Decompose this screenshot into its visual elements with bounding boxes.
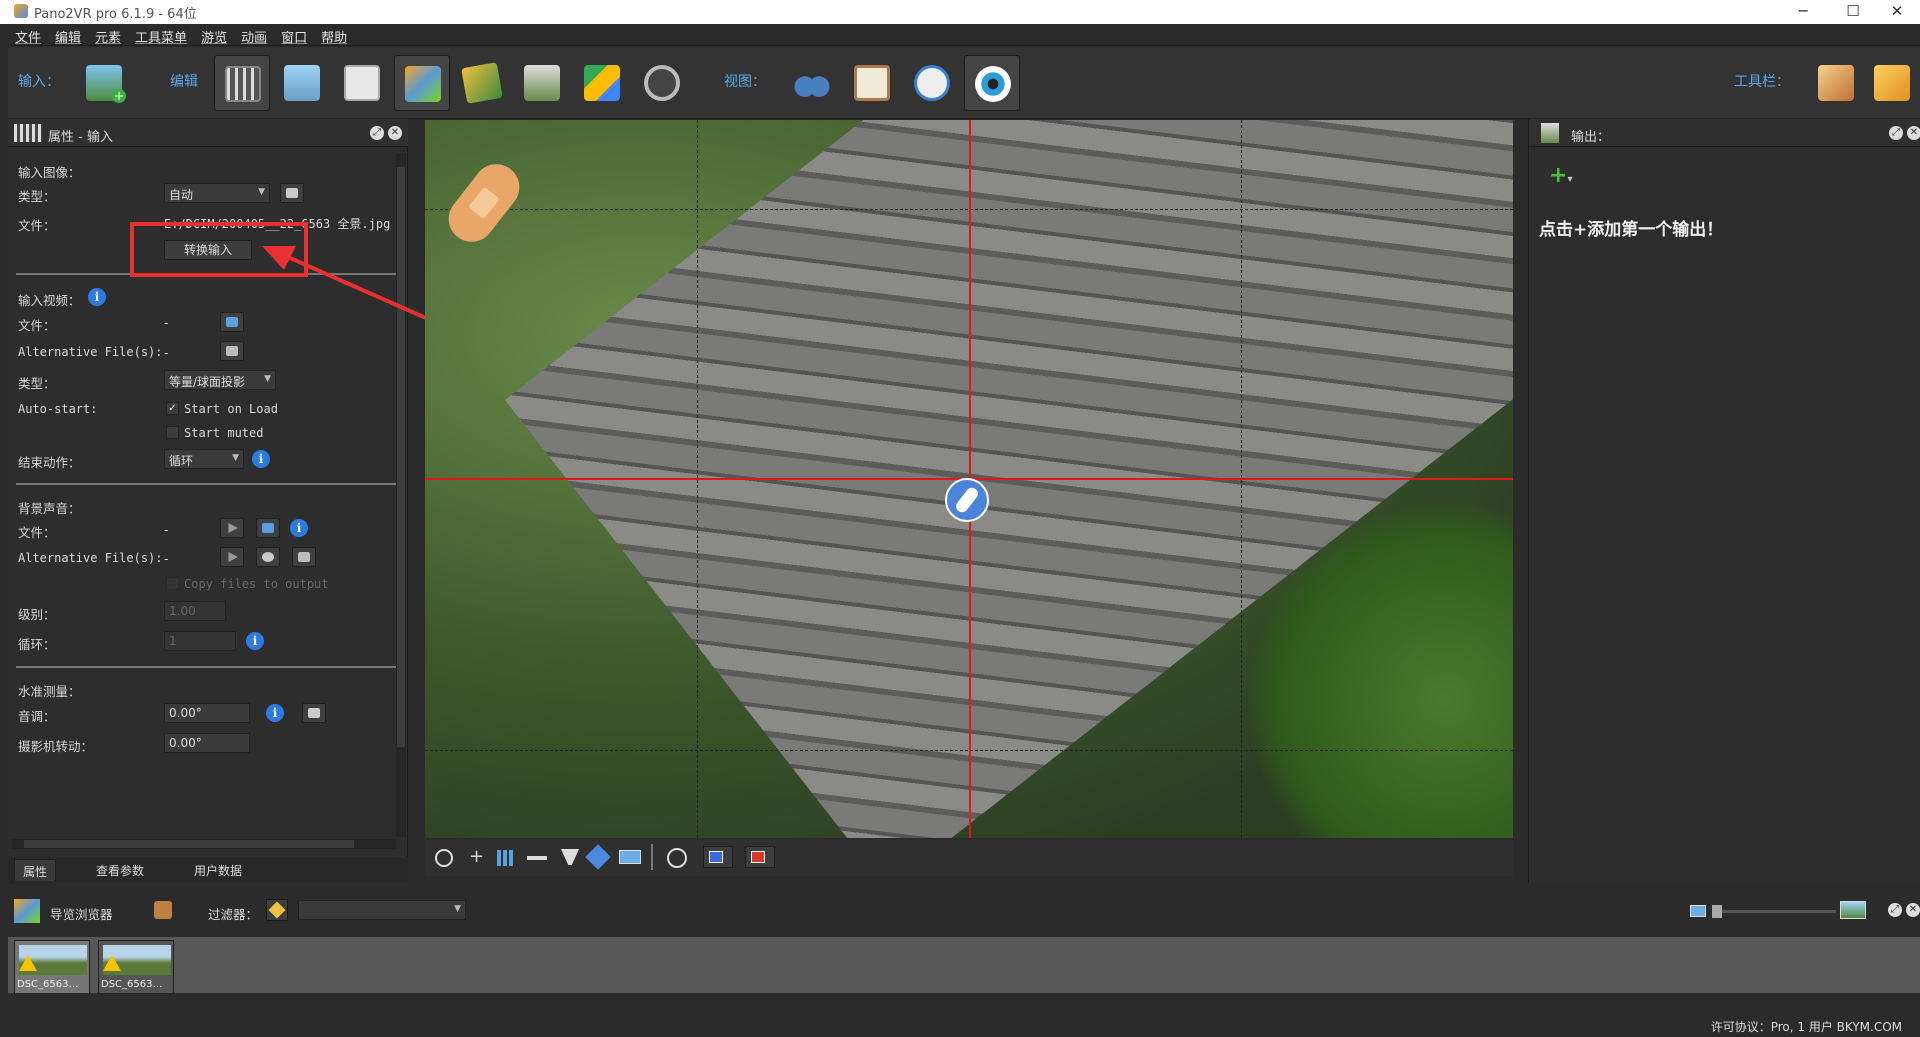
undock-icon[interactable]: ⤢	[1889, 126, 1903, 140]
funnel-icon[interactable]	[561, 849, 579, 865]
close-panel-icon[interactable]: ✕	[1906, 903, 1920, 917]
output-panel-header: 输出： ⤢ ✕	[1529, 119, 1920, 147]
small-thumb-icon[interactable]	[1690, 905, 1706, 917]
tab-properties[interactable]: 属性	[14, 859, 57, 881]
tab-user-data[interactable]: 用户数据	[186, 859, 250, 881]
output-panel: 输出： ⤢ ✕ +▾ 点击+添加第一个输出！	[1528, 119, 1920, 883]
output-title: 输出：	[1571, 130, 1611, 145]
tour-node-thumbnail[interactable]: DSC_6563…	[14, 940, 90, 994]
panorama-viewport[interactable]	[425, 120, 1513, 838]
compass-icon[interactable]	[435, 849, 453, 867]
level-icon[interactable]	[527, 856, 547, 860]
thumbnail-label: DSC_6563…	[17, 979, 79, 990]
status-bar: 许可协议：Pro, 1 用户 BKYM.COM	[8, 1013, 1920, 1037]
thumb-size-slider[interactable]	[1712, 905, 1836, 918]
crosshair-color-button[interactable]	[745, 846, 775, 868]
filter-tag-button[interactable]	[266, 899, 288, 921]
viewport-toolbar: +	[425, 840, 1513, 876]
close-panel-icon[interactable]: ✕	[1907, 126, 1920, 140]
target-icon[interactable]	[667, 848, 687, 868]
crosshair-icon[interactable]: +	[469, 846, 484, 867]
panel-tabs: 属性 查看参数 用户数据	[8, 857, 408, 883]
thumbnail-label: DSC_6563…	[101, 979, 163, 990]
thumbnail-strip	[8, 937, 1920, 993]
license-status: 许可协议：Pro, 1 用户 BKYM.COM	[1710, 1020, 1902, 1034]
tab-view-params-label: 查看参数	[96, 864, 145, 878]
tour-browser: 导览浏览器 过滤器： ▼ ⤢ ✕	[8, 893, 1920, 1013]
tour-map-icon	[14, 899, 40, 923]
large-thumb-icon[interactable]	[1840, 901, 1866, 919]
tab-view-params[interactable]: 查看参数	[88, 859, 152, 881]
grid-color-button[interactable]	[703, 846, 733, 868]
tab-properties-label: 属性	[23, 865, 48, 879]
output-gear-icon	[1541, 123, 1559, 143]
undock-icon[interactable]: ⤢	[1888, 903, 1902, 917]
tour-node-thumbnail[interactable]: DSC_6563…	[98, 940, 174, 994]
browser-title: 导览浏览器	[50, 907, 113, 922]
filter-select[interactable]: ▼	[298, 900, 466, 920]
add-output-hint: 点击+添加第一个输出！	[1539, 220, 1724, 240]
tab-user-data-label: 用户数据	[194, 864, 243, 878]
add-output-button[interactable]: +▾	[1549, 163, 1572, 188]
move-icon[interactable]	[585, 844, 611, 870]
toolbar-separator	[651, 844, 653, 870]
panorama-icon[interactable]	[619, 850, 641, 864]
filter-label: 过滤器：	[208, 907, 259, 922]
chevron-down-icon: ▼	[454, 904, 461, 914]
tag-icon[interactable]	[154, 901, 172, 919]
hotspot-marker-icon[interactable]	[945, 478, 989, 522]
grid-icon[interactable]	[497, 850, 515, 866]
